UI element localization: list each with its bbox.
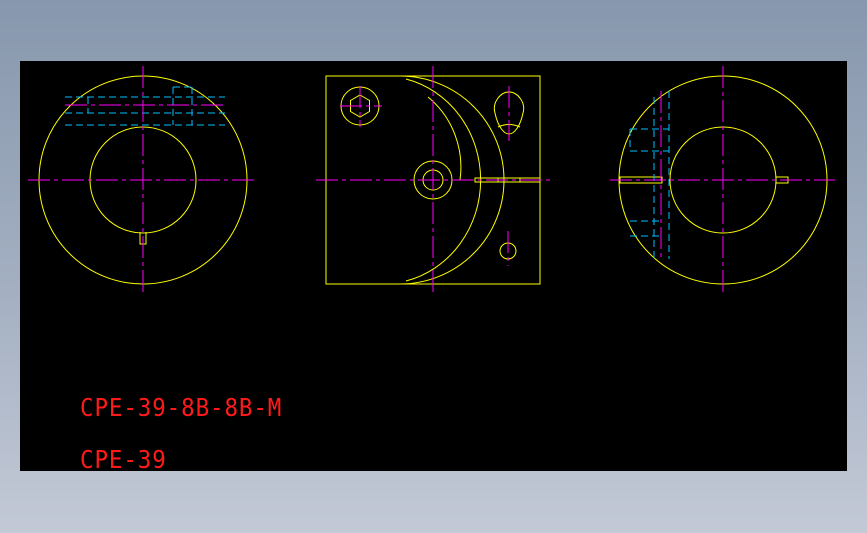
- left-centerlines: [28, 66, 258, 294]
- middle-side-view: [316, 66, 550, 294]
- right-centerlines: [610, 66, 835, 294]
- right-hidden-screw: [629, 91, 670, 259]
- cad-drawing-viewport[interactable]: CPE-39-8B-8B-M CPE-39: [20, 61, 847, 471]
- left-end-view: [28, 66, 258, 294]
- left-hidden-screw: [65, 86, 225, 126]
- part-code-label: CPE-39-8B-8B-M: [80, 393, 283, 422]
- right-end-view: [610, 66, 835, 294]
- series-code-label: CPE-39: [80, 445, 167, 471]
